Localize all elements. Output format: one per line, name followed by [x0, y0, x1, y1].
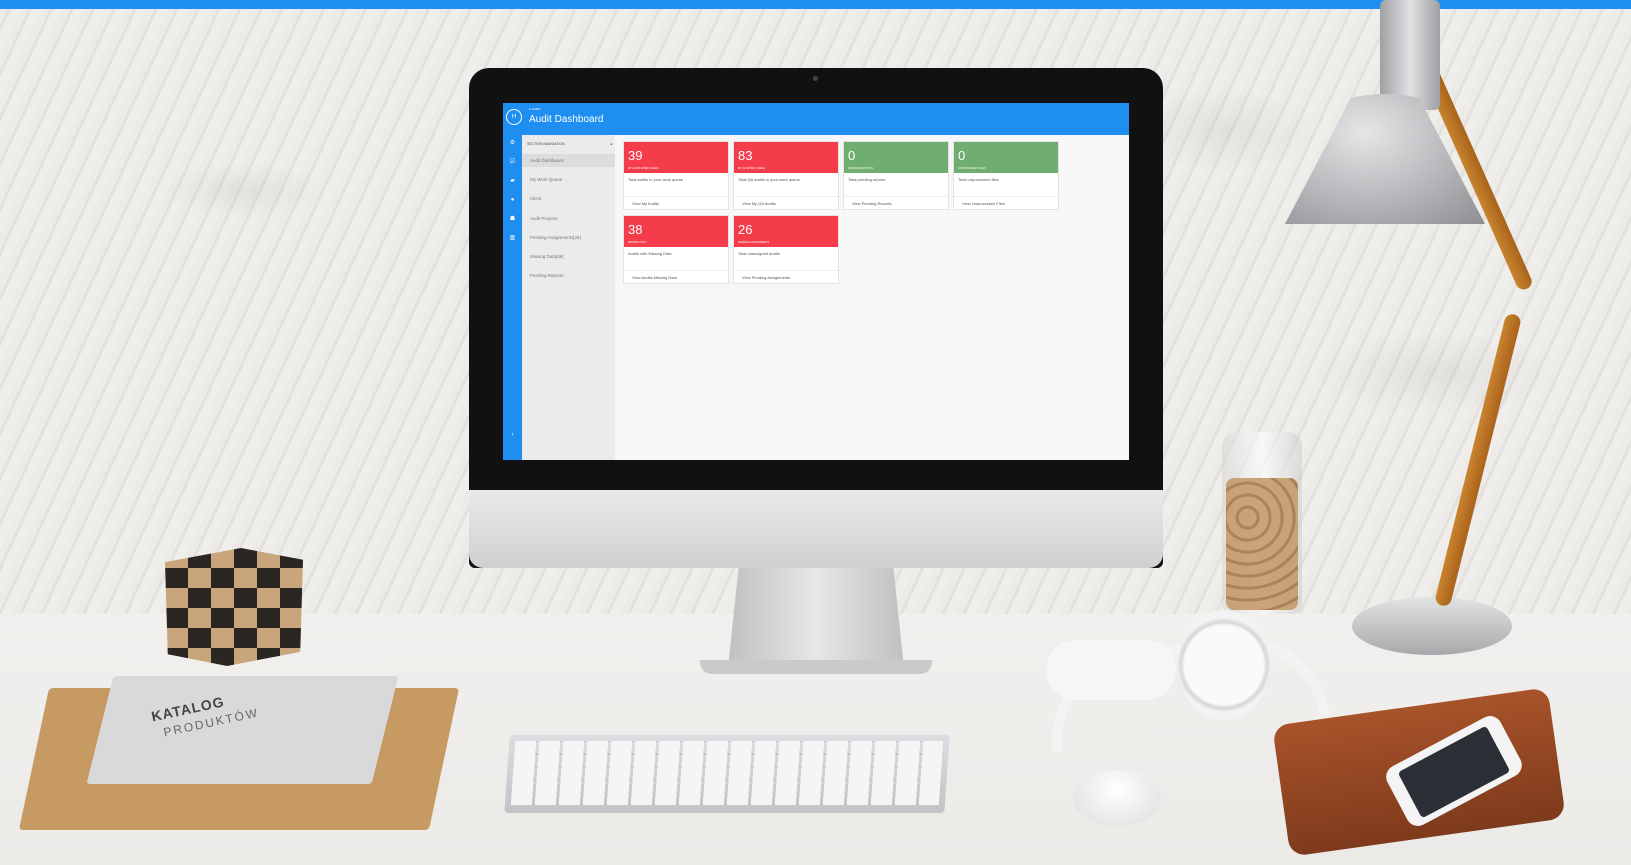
card-pending-assignments: 26 PENDING ASSIGNMENTS Total unassigned … — [733, 215, 839, 284]
card-count: 39 — [628, 148, 643, 163]
card-missing-data: 38 MISSING DATA Audits with Missing Data… — [623, 215, 729, 284]
card-description: Total pending reports — [848, 177, 886, 182]
card-header: 38 MISSING DATA — [624, 216, 728, 247]
app-header: H H AUDIT Audit Dashboard — [503, 103, 1129, 135]
nav-section-header: SECTION NAVIGATION ◂ — [527, 142, 612, 146]
card-count: 26 — [738, 222, 753, 237]
card-count: 38 — [628, 222, 643, 237]
card-header: 39 MY AUDIT WORK QUEUE — [624, 142, 728, 173]
view-pending-assignments-link[interactable]: View Pending Assignments — [734, 270, 838, 284]
card-label: PENDING REPORTS — [848, 167, 874, 170]
monitor-chin — [469, 490, 1163, 568]
collapse-icon[interactable]: ◂ — [610, 142, 612, 146]
card-label: MISSING DATA — [628, 241, 647, 244]
keyboard-keys — [510, 741, 944, 805]
folder-icon[interactable]: ▰ — [509, 178, 516, 185]
camera-icon — [813, 76, 818, 81]
lamp-base — [1352, 597, 1512, 655]
card-pending-reports: 0 PENDING REPORTS Total pending reports … — [843, 141, 949, 210]
card-header: 0 UNPROCESSED FILES — [954, 142, 1058, 173]
nav-item-client[interactable]: Client — [522, 192, 615, 205]
card-description: Total QA audits in your work queue — [738, 177, 800, 182]
wine-corks — [1226, 478, 1298, 610]
card-count: 83 — [738, 148, 753, 163]
card-my-qa-work-queue: 83 MY QA WORK QUEUE Total QA audits in y… — [733, 141, 839, 210]
view-unprocessed-files-link[interactable]: View Unprocessed Files — [954, 196, 1058, 210]
view-my-audits-link[interactable]: View My Audits — [624, 196, 728, 210]
card-label: PENDING ASSIGNMENTS — [738, 241, 770, 244]
mouse — [1073, 770, 1161, 826]
monitor-stand — [728, 568, 904, 668]
card-header: 0 PENDING REPORTS — [844, 142, 948, 173]
headphone-earcup-right — [1178, 610, 1270, 720]
gear-icon[interactable]: ⚙ — [509, 140, 516, 147]
nav-item-audit-dashboard[interactable]: Audit Dashboard — [522, 154, 615, 167]
nav-item-audit-projects[interactable]: Audit Projects — [522, 212, 615, 225]
breadcrumb[interactable]: H AUDIT — [529, 107, 541, 111]
chevron-right-icon[interactable]: › — [509, 432, 516, 439]
card-description: Audits with Missing Data — [628, 251, 672, 256]
card-description: Total unprocessed files — [958, 177, 999, 182]
view-audits-missing-data-link[interactable]: View Audits Missing Data — [624, 270, 728, 284]
section-navigation: SECTION NAVIGATION ◂ Audit Dashboard My … — [522, 135, 615, 460]
nav-item-my-work-queue[interactable]: My Work Queue — [522, 173, 615, 186]
card-label: UNPROCESSED FILES — [958, 167, 986, 170]
bank-icon[interactable]: ▥ — [509, 235, 516, 242]
card-label: MY QA WORK QUEUE — [738, 167, 765, 170]
card-header: 83 MY QA WORK QUEUE — [734, 142, 838, 173]
page-title: Audit Dashboard — [529, 114, 604, 125]
monitor-foot — [700, 660, 932, 674]
icon-sidebar: ⚙ ☑ ▰ ● ☗ ▥ › — [503, 135, 522, 460]
card-count: 0 — [848, 148, 856, 163]
user-icon[interactable]: ☗ — [509, 216, 516, 223]
app-logo[interactable]: H — [506, 109, 522, 125]
card-description: Total unassigned audits — [738, 251, 780, 256]
nav-item-pending-reports[interactable]: Pending Reports — [522, 269, 615, 282]
globe-icon[interactable]: ● — [509, 197, 516, 204]
card-header: 26 PENDING ASSIGNMENTS — [734, 216, 838, 247]
view-pending-reports-link[interactable]: View Pending Reports — [844, 196, 948, 210]
dashboard-content: 39 MY AUDIT WORK QUEUE Total audits in y… — [615, 135, 1129, 460]
nav-item-pending-assignments[interactable]: Pending Assignments[26] — [522, 231, 615, 244]
card-my-audit-work-queue: 39 MY AUDIT WORK QUEUE Total audits in y… — [623, 141, 729, 210]
check-square-icon[interactable]: ☑ — [509, 159, 516, 166]
nav-section-label: SECTION NAVIGATION — [527, 142, 565, 146]
app-screen: H H AUDIT Audit Dashboard ⚙ ☑ ▰ ● ☗ ▥ › … — [503, 103, 1129, 460]
view-my-qa-audits-link[interactable]: View My QA Audits — [734, 196, 838, 210]
lamp-neck — [1380, 0, 1440, 110]
nav-item-missing-data[interactable]: Missing Data[38] — [522, 250, 615, 263]
card-label: MY AUDIT WORK QUEUE — [628, 167, 659, 170]
puzzle-cube — [165, 548, 303, 666]
card-count: 0 — [958, 148, 966, 163]
card-description: Total audits in your work queue — [628, 177, 684, 182]
card-unprocessed-files: 0 UNPROCESSED FILES Total unprocessed fi… — [953, 141, 1059, 210]
headphone-earcup-left — [1046, 640, 1176, 700]
